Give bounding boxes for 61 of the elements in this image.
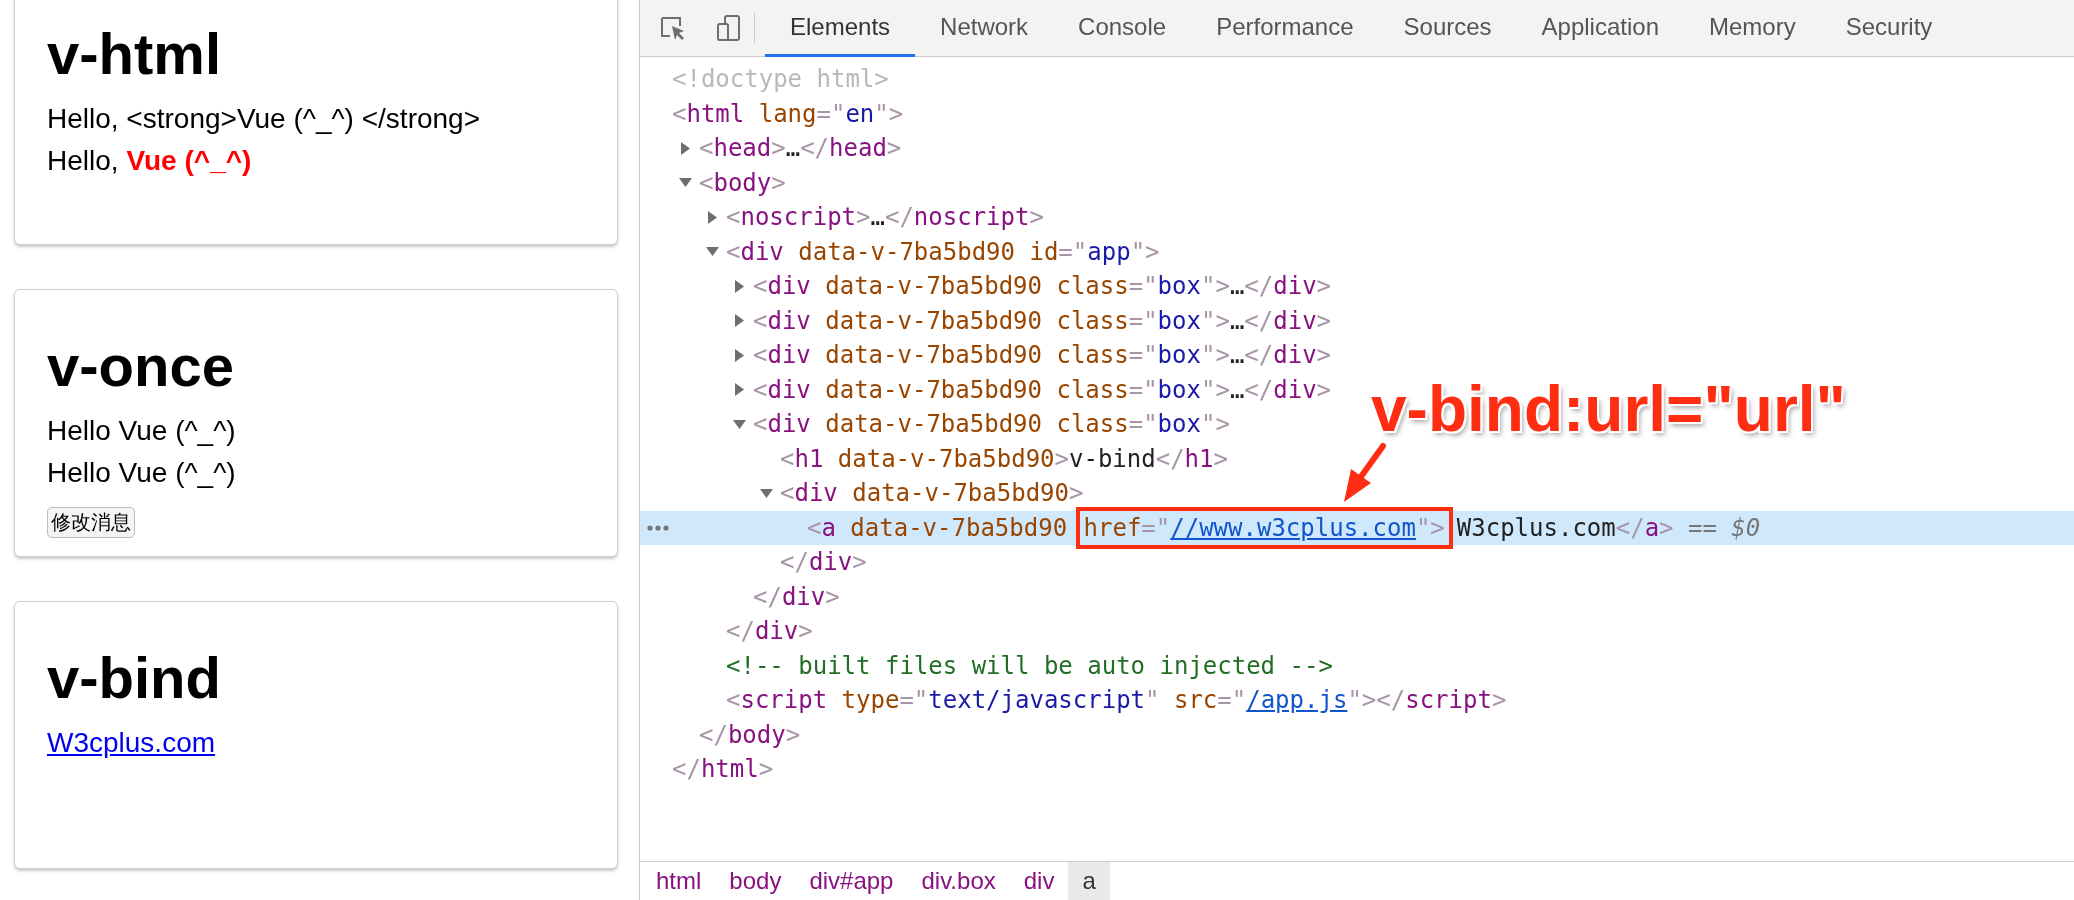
expand-triangle-icon[interactable]: [733, 348, 746, 362]
inspect-icon[interactable]: [658, 14, 686, 42]
code-line: <body>: [699, 168, 786, 197]
expand-triangle-icon[interactable]: [733, 383, 746, 397]
code-line: <div data-v-7ba5bd90 class="box">…</div>: [753, 375, 1332, 404]
website-link[interactable]: W3cplus.com: [47, 722, 216, 764]
code-line: </div>: [726, 617, 813, 646]
code-line: <noscript>…</noscript>: [726, 203, 1044, 232]
message-text: Hello Vue (^_^): [47, 414, 236, 448]
code-line: <div data-v-7ba5bd90 class="box">: [753, 410, 1230, 439]
code-line: W3cplus.com</a> == $0: [1456, 513, 1761, 542]
annotation-arrow: [1344, 443, 1386, 502]
breadcrumb-item[interactable]: div: [1009, 862, 1069, 900]
annotation-text: v-bind:url="url": [1371, 372, 1846, 446]
panel-tab[interactable]: Elements: [765, 0, 916, 57]
breadcrumb-item[interactable]: html: [642, 862, 716, 900]
panel-tab[interactable]: Memory: [1684, 0, 1821, 57]
code-line: <div data-v-7ba5bd90>: [780, 479, 1084, 508]
panel-tab[interactable]: Application: [1516, 0, 1684, 57]
card-heading: v-bind: [47, 644, 222, 711]
card-heading: v-once: [47, 332, 235, 399]
panel-tab[interactable]: Security: [1820, 0, 1958, 57]
code-line: </div>: [753, 582, 840, 611]
update-message-button[interactable]: 修改消息: [47, 507, 135, 538]
expand-triangle-icon[interactable]: [679, 141, 692, 155]
collapse-triangle-icon[interactable]: [760, 486, 773, 500]
expand-triangle-icon[interactable]: [706, 210, 719, 224]
collapse-triangle-icon[interactable]: [733, 417, 746, 431]
highlighted-code: href="//www.w3cplus.com">: [1075, 506, 1453, 549]
panel-tab[interactable]: Sources: [1378, 0, 1517, 57]
panel-tab[interactable]: Performance: [1191, 0, 1379, 57]
card-heading: v-html: [47, 20, 222, 87]
code-line: </div>: [780, 548, 867, 577]
panel-tab[interactable]: Console: [1053, 0, 1192, 57]
code-line: <html lang="en">: [672, 99, 904, 128]
code-line: <!doctype html>: [672, 65, 889, 94]
code-line: <!-- built files will be auto injected -->: [726, 651, 1333, 680]
device-toolbar-icon[interactable]: [716, 14, 742, 42]
code-line: <div data-v-7ba5bd90 class="box">…</div>: [753, 341, 1332, 370]
breadcrumb-item[interactable]: div#app: [795, 862, 908, 900]
breadcrumb-item[interactable]: div.box: [907, 862, 1010, 900]
collapse-triangle-icon[interactable]: [706, 245, 719, 259]
code-line: <div data-v-7ba5bd90 id="app">: [726, 237, 1160, 266]
collapse-triangle-icon[interactable]: [679, 176, 692, 190]
code-line: <div data-v-7ba5bd90 class="box">…</div>: [753, 272, 1332, 301]
more-options-icon[interactable]: [647, 524, 669, 531]
expand-triangle-icon[interactable]: [733, 314, 746, 328]
breadcrumb-item[interactable]: body: [715, 862, 796, 900]
code-line: <head>…</head>: [699, 134, 902, 163]
code-line: <h1 data-v-7ba5bd90>v-bind</h1>: [780, 444, 1228, 473]
code-line: </body>: [699, 720, 801, 749]
breadcrumb-item[interactable]: a: [1068, 862, 1110, 900]
message-text: Hello, <strong>Vue (^_^) </strong>: [47, 102, 481, 136]
message-text: Hello Vue (^_^): [47, 456, 236, 490]
code-line: </html>: [672, 755, 774, 784]
code-line: <a data-v-7ba5bd90: [807, 513, 1069, 542]
code-line: <div data-v-7ba5bd90 class="box">…</div>: [753, 306, 1332, 335]
code-line: <script type="text/javascript" src="/app.js"></script>: [726, 686, 1507, 715]
message-text: Hello, Vue (^_^): [47, 144, 252, 178]
expand-triangle-icon[interactable]: [733, 279, 746, 293]
panel-tab[interactable]: Network: [915, 0, 1054, 57]
